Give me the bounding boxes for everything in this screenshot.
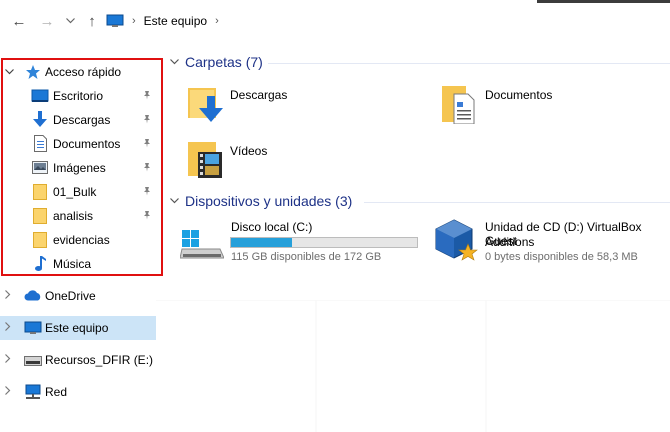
breadcrumb-este-equipo[interactable]: Este equipo: [144, 14, 207, 28]
chevron-right-icon: [5, 386, 11, 398]
sidebar-item-label: Música: [53, 257, 92, 271]
drive-space-text: 115 GB disponibles de 172 GB: [231, 251, 382, 263]
drive-label: Disco local (C:): [231, 220, 313, 234]
window-edge: [537, 0, 670, 3]
sidebar-item-imagenes[interactable]: Imágenes: [0, 156, 156, 180]
drive-label-continued: Additions: [485, 235, 535, 249]
sidebar-item-label: Escritorio: [53, 89, 104, 103]
chevron-right-icon: [5, 290, 11, 302]
section-title: Dispositivos y unidades (3): [185, 193, 353, 209]
divider: [364, 202, 670, 203]
desktop-icon: [31, 89, 49, 106]
sidebar-item-quick-access[interactable]: Acceso rápido: [0, 60, 156, 84]
sidebar-item-documentos[interactable]: Documentos: [0, 132, 156, 156]
chevron-right-icon: [5, 354, 11, 366]
computer-icon: [24, 321, 42, 338]
background-grid: [156, 300, 670, 432]
disk-usage-fill: [231, 238, 293, 247]
folder-label: Descargas: [230, 88, 288, 102]
forward-arrow-icon: →: [39, 12, 55, 30]
sidebar-item-01-bulk[interactable]: 01_Bulk: [0, 180, 156, 204]
forward-button[interactable]: →: [36, 10, 58, 32]
pin-icon[interactable]: [142, 210, 152, 223]
breadcrumb-separator-icon: ›: [215, 15, 219, 27]
up-arrow-icon: ↑: [88, 12, 96, 30]
sidebar-item-analisis[interactable]: analisis: [0, 204, 156, 228]
pin-icon[interactable]: [142, 186, 152, 199]
pin-icon[interactable]: [142, 90, 152, 103]
videos-folder-icon: [184, 138, 226, 183]
sidebar-item-label: 01_Bulk: [53, 185, 97, 199]
disk-usage-bar: [230, 237, 418, 248]
sidebar-item-label: Red: [45, 385, 68, 399]
chevron-down-icon: [170, 196, 179, 207]
sidebar-item-recursos-dfir[interactable]: Recursos_DFIR (E:): [0, 348, 156, 372]
download-arrow-icon: [33, 111, 47, 131]
star-icon: [25, 64, 41, 83]
image-icon: [32, 161, 48, 177]
sidebar-item-label: analisis: [53, 209, 94, 223]
sidebar-item-escritorio[interactable]: Escritorio: [0, 84, 156, 108]
cloud-icon: [24, 290, 42, 304]
sidebar-item-este-equipo[interactable]: Este equipo: [0, 316, 156, 340]
divider: [268, 63, 670, 64]
sidebar-item-label: Descargas: [53, 113, 111, 127]
sidebar-item-descargas[interactable]: Descargas: [0, 108, 156, 132]
folder-icon: [33, 184, 47, 203]
address-bar[interactable]: › Este equipo ›: [106, 9, 670, 33]
drive-item-cd[interactable]: Unidad de CD (D:) VirtualBox Guest Addit…: [430, 216, 670, 268]
virtualbox-icon: [434, 218, 478, 267]
downloads-folder-icon: [184, 82, 226, 127]
drive-space-text: 0 bytes disponibles de 58,3 MB: [485, 251, 638, 263]
sidebar-item-label: evidencias: [53, 233, 110, 247]
sidebar-item-label: Imágenes: [53, 161, 106, 175]
pin-icon[interactable]: [142, 114, 152, 127]
chevron-right-icon: [5, 322, 11, 334]
folder-label: Vídeos: [230, 144, 268, 158]
recent-locations-button[interactable]: [62, 10, 78, 32]
chevron-down-icon: [65, 15, 75, 27]
documents-folder-icon: [438, 82, 478, 127]
pin-icon[interactable]: [142, 162, 152, 175]
sidebar-item-label: Recursos_DFIR (E:): [45, 353, 154, 367]
folder-icon: [33, 208, 47, 227]
music-note-icon: [34, 255, 46, 275]
section-title: Carpetas (7): [185, 54, 263, 70]
up-button[interactable]: ↑: [82, 10, 102, 32]
pin-icon[interactable]: [142, 138, 152, 151]
network-icon: [24, 384, 42, 403]
back-button[interactable]: ←: [8, 10, 30, 32]
sidebar-item-label: Este equipo: [45, 321, 109, 335]
sidebar-item-evidencias[interactable]: evidencias: [0, 228, 156, 252]
windows-drive-icon: [179, 230, 225, 265]
back-arrow-icon: ←: [11, 12, 27, 30]
section-header-carpetas[interactable]: Carpetas (7): [170, 54, 263, 70]
chevron-down-icon: [170, 57, 179, 68]
sidebar-item-red[interactable]: Red: [0, 380, 156, 404]
sidebar-item-musica[interactable]: Música: [0, 252, 156, 276]
document-icon: [34, 135, 47, 155]
chevron-down-icon: [5, 67, 14, 78]
sidebar-item-label: Acceso rápido: [45, 65, 122, 79]
sidebar-item-onedrive[interactable]: OneDrive: [0, 284, 156, 308]
sidebar-item-label: OneDrive: [45, 289, 96, 303]
folder-icon: [33, 232, 47, 251]
folder-item-descargas[interactable]: Descargas: [182, 80, 422, 128]
section-header-dispositivos[interactable]: Dispositivos y unidades (3): [170, 193, 352, 209]
folder-item-documentos[interactable]: Documentos: [436, 80, 670, 128]
computer-icon: [106, 14, 124, 28]
folder-label: Documentos: [485, 88, 553, 102]
breadcrumb-separator-icon: ›: [132, 15, 136, 27]
drive-icon: [24, 355, 42, 369]
sidebar-item-label: Documentos: [53, 137, 121, 151]
folder-item-videos[interactable]: Vídeos: [182, 136, 422, 184]
